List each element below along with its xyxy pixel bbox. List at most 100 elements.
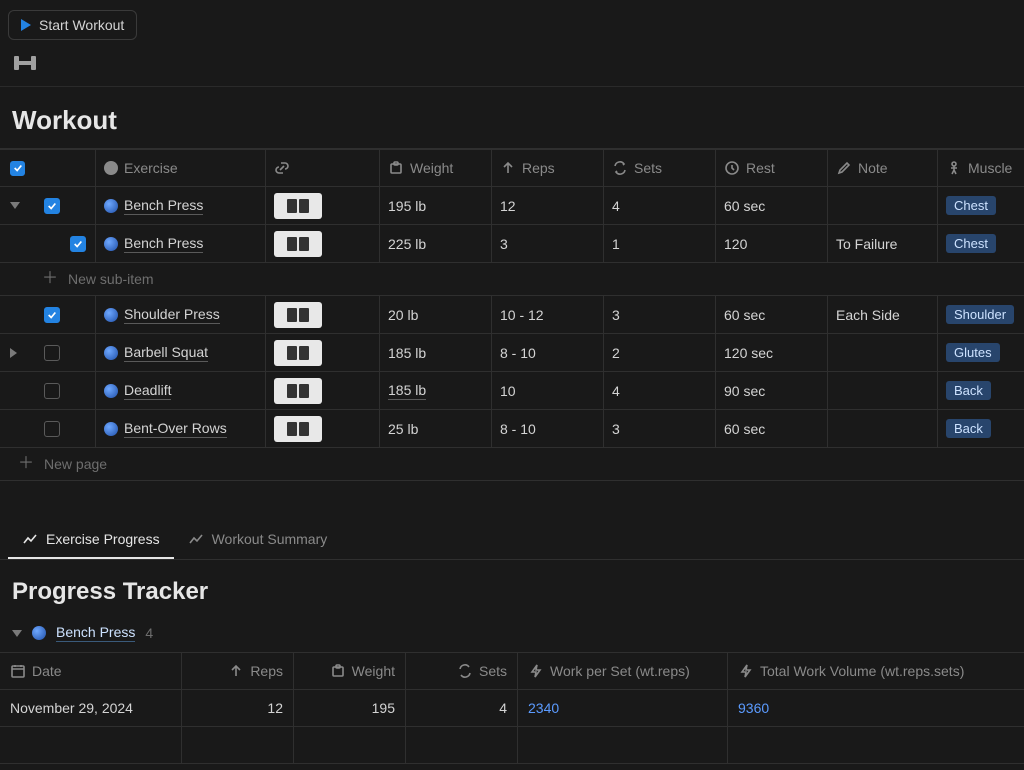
header-checkbox-cell[interactable]	[0, 150, 38, 186]
muscle-tag[interactable]: Shoulder	[946, 305, 1014, 324]
col-weight[interactable]: Weight	[380, 150, 492, 186]
exercise-name[interactable]: Bench Press	[124, 197, 203, 215]
cell-sets[interactable]: 3	[604, 410, 716, 447]
exercise-name[interactable]: Deadlift	[124, 382, 171, 400]
weight-icon	[388, 160, 404, 176]
exercise-name[interactable]: Bent-Over Rows	[124, 420, 227, 438]
cell-sets[interactable]: 1	[604, 225, 716, 262]
exercise-thumbnail[interactable]	[274, 416, 322, 442]
cell-note[interactable]	[828, 187, 938, 224]
new-page-button[interactable]: ＋ New page	[0, 448, 1024, 480]
cell-sets[interactable]: 2	[604, 334, 716, 371]
cell-reps[interactable]: 8 - 10	[492, 334, 604, 371]
cell-reps[interactable]: 10 - 12	[492, 296, 604, 333]
table-row[interactable]: Bent-Over Rows 25 lb8 - 10360 sec Back	[0, 410, 1024, 448]
col-sets[interactable]: Sets	[604, 150, 716, 186]
row-checkbox[interactable]	[44, 345, 60, 361]
cell-sets: 4	[406, 690, 518, 726]
row-checkbox[interactable]	[44, 383, 60, 399]
exercise-thumbnail[interactable]	[274, 302, 322, 328]
bolt-icon	[738, 663, 754, 679]
exercise-thumbnail[interactable]	[274, 231, 322, 257]
tab-exercise-progress[interactable]: Exercise Progress	[8, 521, 174, 559]
play-icon	[21, 19, 31, 31]
cell-reps[interactable]: 10	[492, 372, 604, 409]
col-sets2[interactable]: Sets	[406, 653, 518, 689]
cell-rest[interactable]: 60 sec	[716, 187, 828, 224]
tab-workout-summary[interactable]: Workout Summary	[174, 521, 342, 559]
group-header[interactable]: Bench Press 4	[0, 618, 1024, 652]
cell-sets[interactable]: 4	[604, 187, 716, 224]
chevron-down-icon[interactable]	[10, 202, 20, 209]
cell-wps: 2340	[518, 690, 728, 726]
row-checkbox[interactable]	[44, 421, 60, 437]
cell-weight[interactable]: 20 lb	[380, 296, 492, 333]
start-workout-button[interactable]: Start Workout	[8, 10, 137, 40]
cell-note[interactable]	[828, 334, 938, 371]
cell-sets[interactable]: 3	[604, 296, 716, 333]
cell-rest[interactable]: 60 sec	[716, 410, 828, 447]
workout-title: Workout	[0, 87, 1024, 148]
cell-reps[interactable]: 8 - 10	[492, 410, 604, 447]
progress-row[interactable]: November 29, 2024 12 195 4 2340 9360	[0, 690, 1024, 727]
row-checkbox[interactable]	[44, 198, 60, 214]
cell-rest[interactable]: 120	[716, 225, 828, 262]
col-twv[interactable]: Total Work Volume (wt.reps.sets)	[728, 653, 1024, 689]
muscle-tag[interactable]: Chest	[946, 234, 996, 253]
col-muscle[interactable]: Muscle	[938, 150, 1024, 186]
col-date[interactable]: Date	[0, 653, 182, 689]
bolt-icon	[528, 663, 544, 679]
cell-rest[interactable]: 60 sec	[716, 296, 828, 333]
col-rest[interactable]: Rest	[716, 150, 828, 186]
muscle-tag[interactable]: Chest	[946, 196, 996, 215]
exercise-name[interactable]: Shoulder Press	[124, 306, 220, 324]
muscle-tag[interactable]: Back	[946, 381, 991, 400]
row-checkbox[interactable]	[44, 307, 60, 323]
muscle-tag[interactable]: Back	[946, 419, 991, 438]
cell-reps[interactable]: 12	[492, 187, 604, 224]
cell-rest[interactable]: 90 sec	[716, 372, 828, 409]
new-sub-item-button[interactable]: ＋New sub-item	[0, 263, 1024, 296]
table-row[interactable]: Shoulder Press 20 lb10 - 12360 secEach Si…	[0, 296, 1024, 334]
table-row[interactable]: Barbell Squat 185 lb8 - 102120 sec Glutes	[0, 334, 1024, 372]
cell-reps[interactable]: 3	[492, 225, 604, 262]
exercise-name[interactable]: Barbell Squat	[124, 344, 208, 362]
muscle-tag[interactable]: Glutes	[946, 343, 1000, 362]
exercise-name[interactable]: Bench Press	[124, 235, 203, 253]
cell-note[interactable]: Each Side	[828, 296, 938, 333]
col-note[interactable]: Note	[828, 150, 938, 186]
dumbbell-icon	[14, 58, 36, 68]
exercise-thumbnail[interactable]	[274, 340, 322, 366]
col-wps[interactable]: Work per Set (wt.reps)	[518, 653, 728, 689]
cell-weight[interactable]: 195 lb	[380, 187, 492, 224]
col-weight2[interactable]: Weight	[294, 653, 406, 689]
exercise-thumbnail[interactable]	[274, 378, 322, 404]
cell-weight[interactable]: 25 lb	[380, 410, 492, 447]
dot-icon	[104, 199, 118, 213]
arrow-up-icon	[228, 663, 244, 679]
cell-note[interactable]: To Failure	[828, 225, 938, 262]
col-reps2[interactable]: Reps	[182, 653, 294, 689]
col-exercise[interactable]: Exercise	[96, 150, 266, 186]
chart-icon	[22, 531, 38, 547]
cell-weight[interactable]: 185 lb	[380, 372, 492, 409]
progress-header-row: Date Reps Weight Sets Work per Set (wt.r…	[0, 652, 1024, 690]
col-link[interactable]	[266, 150, 380, 186]
table-row[interactable]: Bench Press 195 lb12460 sec Chest	[0, 187, 1024, 225]
cell-note[interactable]	[828, 410, 938, 447]
table-row[interactable]: Bench Press 225 lb31120To Failure Chest	[0, 225, 1024, 263]
exercise-thumbnail[interactable]	[274, 193, 322, 219]
chevron-right-icon[interactable]	[10, 348, 17, 358]
plus-icon: ＋	[18, 456, 34, 472]
dot-icon	[104, 237, 118, 251]
cell-weight[interactable]: 185 lb	[380, 334, 492, 371]
col-reps[interactable]: Reps	[492, 150, 604, 186]
table-row[interactable]: Deadlift 185 lb10490 sec Back	[0, 372, 1024, 410]
row-checkbox[interactable]	[70, 236, 86, 252]
table-header-row: Exercise Weight Reps Sets Rest Note	[0, 149, 1024, 187]
progress-row-empty[interactable]	[0, 727, 1024, 764]
cell-note[interactable]	[828, 372, 938, 409]
cell-rest[interactable]: 120 sec	[716, 334, 828, 371]
cell-weight[interactable]: 225 lb	[380, 225, 492, 262]
cell-sets[interactable]: 4	[604, 372, 716, 409]
